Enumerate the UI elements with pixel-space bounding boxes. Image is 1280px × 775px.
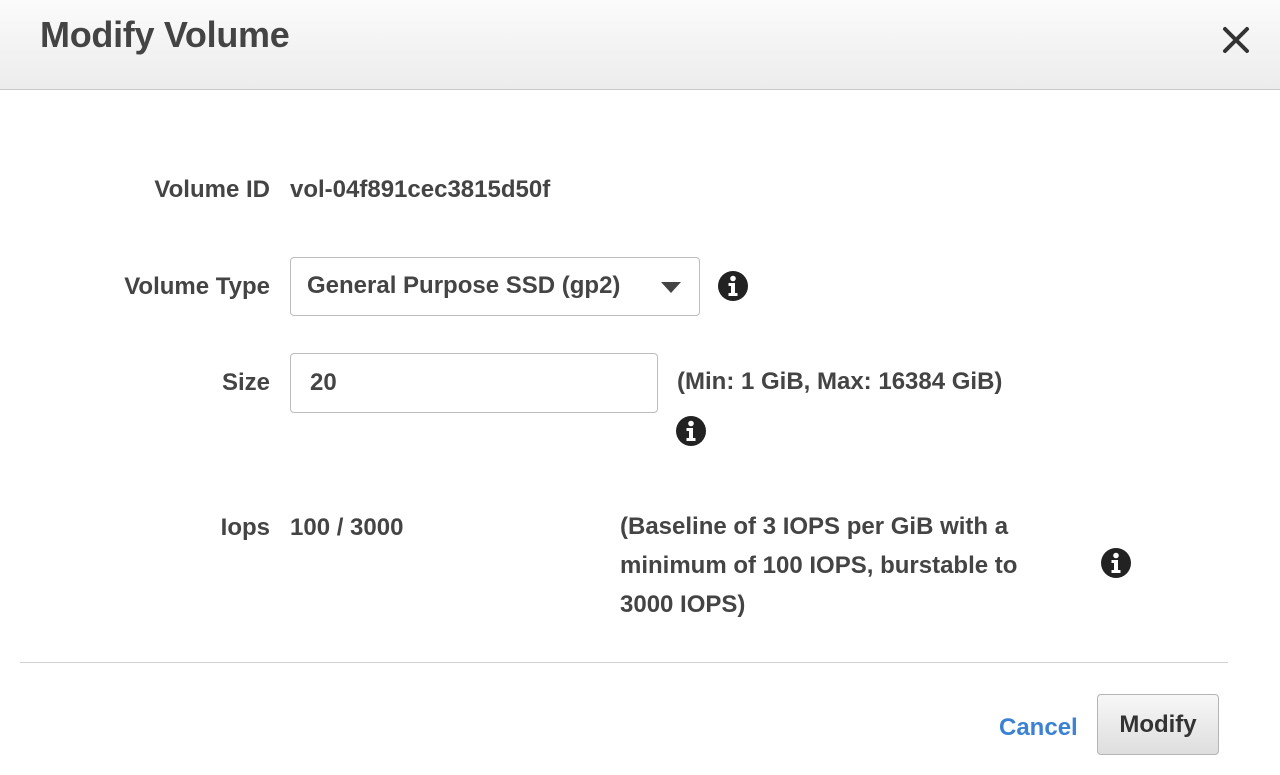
dialog-header: Modify Volume [0, 0, 1280, 90]
iops-hint-line: 3000 IOPS) [620, 591, 746, 618]
iops-hint-line: minimum of 100 IOPS, burstable to [620, 552, 1018, 579]
iops-hint: (Baseline of 3 IOPS per GiB with a minim… [620, 507, 1017, 624]
size-input[interactable] [290, 353, 658, 413]
iops-hint-line: (Baseline of 3 IOPS per GiB with a [620, 513, 1009, 540]
volume-id-value: vol-04f891cec3815d50f [290, 176, 551, 203]
footer-divider [20, 662, 1228, 663]
volume-id-label: Volume ID [154, 176, 270, 203]
volume-type-selected: General Purpose SSD (gp2) [307, 272, 621, 299]
modify-button[interactable]: Modify [1097, 694, 1219, 755]
chevron-down-icon [661, 282, 681, 293]
iops-value: 100 / 3000 [290, 514, 404, 541]
volume-type-label: Volume Type [124, 273, 270, 300]
dialog-title: Modify Volume [40, 14, 290, 55]
modify-volume-dialog: Modify Volume Volume ID vol-04f891cec381… [0, 0, 1280, 775]
size-label: Size [221, 369, 270, 396]
volume-type-info-icon[interactable] [717, 270, 749, 302]
cancel-button[interactable]: Cancel [999, 714, 1078, 742]
size-hint: (Min: 1 GiB, Max: 16384 GiB) [677, 368, 1003, 395]
iops-info-icon[interactable] [1100, 547, 1132, 579]
size-info-icon[interactable] [675, 415, 707, 447]
close-icon[interactable] [1218, 22, 1254, 58]
iops-label: Iops [220, 514, 270, 541]
volume-type-select[interactable]: General Purpose SSD (gp2) [290, 257, 700, 316]
